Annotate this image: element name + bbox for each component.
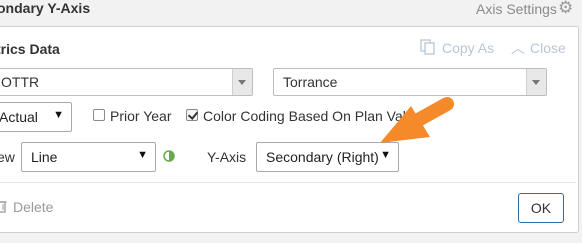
color-coding-checkbox[interactable] [186,109,198,121]
chevron-down-icon: ▼ [137,149,148,161]
view-select[interactable]: Line ▼ [21,142,156,172]
metrics-panel [0,26,579,233]
chevron-down-icon: ▼ [53,109,64,121]
metric-select[interactable]: OTTR [0,68,253,96]
copy-icon[interactable] [420,39,436,55]
metric-select-value: OTTR [1,74,40,90]
axis-settings-link[interactable]: Axis Settings [476,1,557,17]
yaxis-label: Y-Axis [207,149,247,165]
color-coding-label: Color Coding Based On Plan Values [203,108,429,124]
chevron-down-icon: ▼ [380,149,391,161]
dialog-title: ondary Y-Axis [0,0,91,16]
copy-as-button[interactable]: Copy As [442,40,494,56]
gear-icon[interactable]: ⚙ [558,0,573,16]
yaxis-select[interactable]: Secondary (Right) ▼ [256,142,399,172]
view-label: ew [0,149,15,165]
ok-button[interactable]: OK [518,193,564,223]
location-select-value: Torrance [283,74,338,90]
chevron-down-icon[interactable] [232,69,252,95]
view-select-value: Line [31,149,58,165]
chevron-down-icon[interactable] [526,69,546,95]
leaf-icon[interactable] [163,149,175,163]
type-select-value: Actual [0,109,38,125]
yaxis-select-value: Secondary (Right) [266,149,379,165]
trash-icon[interactable] [0,199,7,213]
metrics-title: trics Data [0,41,60,57]
prior-year-label: Prior Year [110,108,172,124]
location-select[interactable]: Torrance [273,68,547,96]
type-select[interactable]: Actual ▼ [0,102,72,132]
chevron-up-icon[interactable]: ︿ [511,38,525,58]
close-button[interactable]: Close [530,40,566,56]
delete-button[interactable]: Delete [13,199,53,215]
prior-year-checkbox[interactable] [93,109,105,121]
panel-divider [0,182,576,183]
